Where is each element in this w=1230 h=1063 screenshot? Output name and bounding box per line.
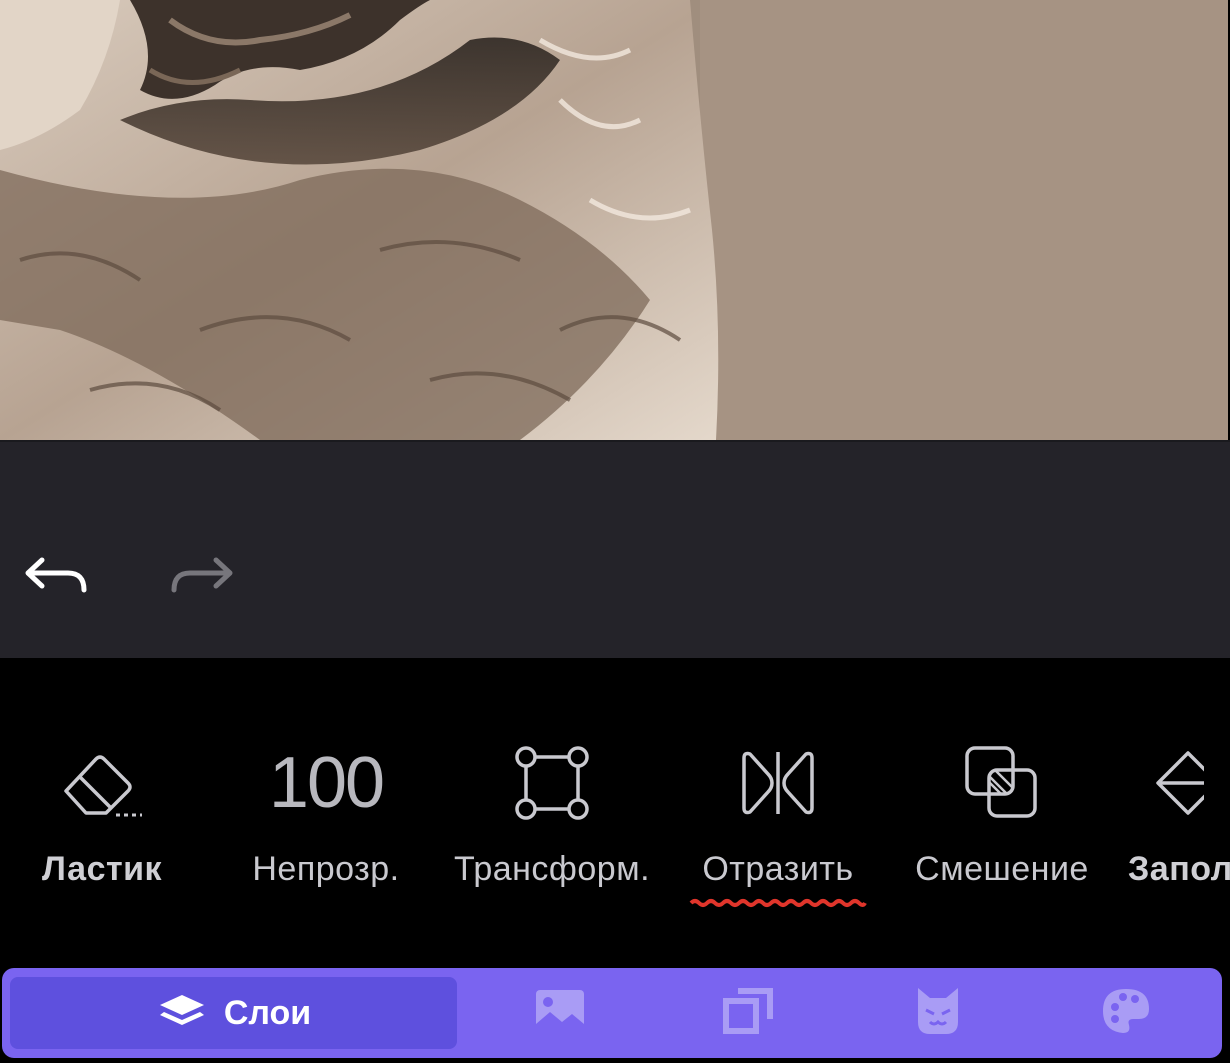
spellcheck-underline: [689, 899, 867, 907]
tool-flip[interactable]: Отразить: [686, 738, 870, 907]
image-icon: [534, 988, 586, 1039]
flip-icon: [740, 738, 816, 828]
canvas-photo[interactable]: [0, 0, 1228, 440]
transform-icon: [512, 738, 592, 828]
tool-eraser-label: Ластик: [41, 850, 163, 888]
opacity-value: 100: [268, 743, 385, 823]
eraser-icon: [60, 738, 144, 828]
redo-button[interactable]: [166, 550, 238, 606]
blend-icon: [963, 738, 1041, 828]
tools-strip: Ластик 100 Непрозр. Трансформ. Отразить …: [0, 658, 1230, 958]
fill-bucket-icon: [1144, 738, 1204, 828]
tool-opacity-label: Непрозр.: [252, 850, 400, 888]
tool-transform[interactable]: Трансформ.: [442, 738, 662, 898]
tab-resize[interactable]: [698, 968, 798, 1058]
tab-palette[interactable]: [1076, 968, 1176, 1058]
tab-layers[interactable]: Слои: [10, 977, 457, 1049]
tool-opacity[interactable]: 100 Непрозр.: [236, 738, 416, 898]
opacity-value-display: 100: [268, 738, 385, 828]
tool-fill[interactable]: Запол: [1124, 738, 1230, 898]
canvas-area[interactable]: [0, 0, 1230, 442]
tab-image[interactable]: [510, 968, 610, 1058]
tab-layers-label: Слои: [223, 993, 312, 1032]
sculpture-image: [0, 0, 1228, 440]
bottom-tab-bar: Слои: [2, 968, 1222, 1058]
tool-blend[interactable]: Смешение: [902, 738, 1102, 898]
layers-icon: [156, 991, 208, 1036]
tool-fill-label: Запол: [1128, 850, 1230, 888]
tab-stickers[interactable]: [888, 968, 988, 1058]
undo-button[interactable]: [20, 550, 92, 606]
tool-blend-label: Смешение: [915, 850, 1089, 888]
cat-icon: [914, 986, 962, 1041]
redo-arrow-icon: [168, 556, 236, 601]
history-bar: [0, 442, 1230, 658]
undo-arrow-icon: [22, 556, 90, 601]
palette-icon: [1101, 987, 1151, 1040]
tool-flip-label: Отразить: [702, 850, 854, 888]
resize-icon: [722, 987, 774, 1040]
tool-eraser[interactable]: Ластик: [12, 738, 192, 898]
tool-transform-label: Трансформ.: [453, 850, 651, 888]
